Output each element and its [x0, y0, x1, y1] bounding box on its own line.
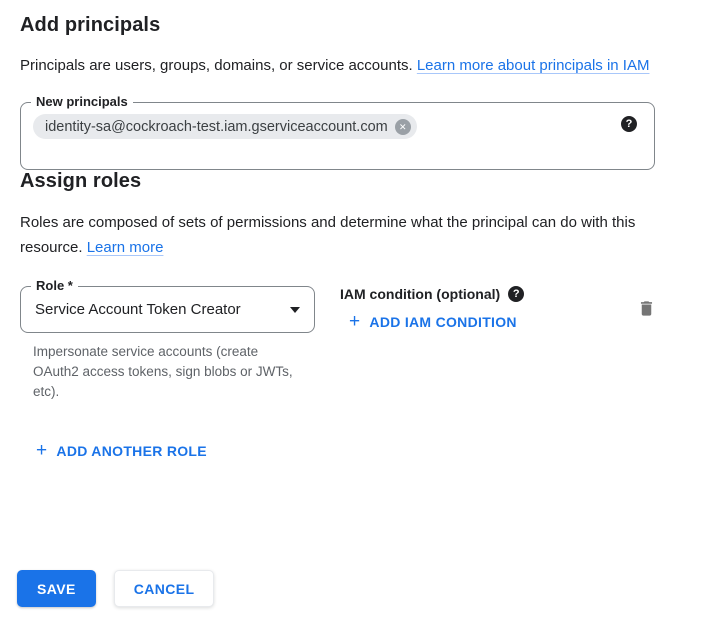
iam-condition-column: IAM condition (optional) ? + ADD IAM CON… — [340, 286, 635, 332]
plus-icon: + — [349, 315, 360, 329]
chip-remove-icon[interactable]: ✕ — [395, 119, 411, 135]
plus-icon: + — [36, 444, 47, 458]
intro-paragraph: Principals are users, groups, domains, o… — [20, 53, 668, 78]
new-principals-label: New principals — [31, 94, 133, 109]
add-principals-panel: Add principals Principals are users, gro… — [0, 0, 713, 461]
learn-more-principals-link[interactable]: Learn more about principals in IAM — [417, 57, 650, 74]
intro-text: Principals are users, groups, domains, o… — [20, 57, 417, 74]
dialog-actions: SAVE CANCEL — [17, 570, 214, 607]
role-helper-text: Impersonate service accounts (create OAu… — [20, 342, 300, 402]
iam-condition-label: IAM condition (optional) — [340, 286, 500, 302]
new-principals-field[interactable]: New principals identity-sa@cockroach-tes… — [20, 102, 655, 170]
role-row: Role * Service Account Token Creator Imp… — [20, 286, 693, 402]
save-button[interactable]: SAVE — [17, 570, 96, 607]
add-iam-condition-label: ADD IAM CONDITION — [369, 314, 516, 330]
role-label: Role * — [31, 278, 78, 293]
add-another-role-label: ADD ANOTHER ROLE — [56, 443, 207, 459]
iam-condition-help-icon[interactable]: ? — [508, 286, 524, 302]
role-select[interactable]: Role * Service Account Token Creator — [20, 286, 315, 333]
principal-chip-text: identity-sa@cockroach-test.iam.gservicea… — [45, 119, 388, 135]
chevron-down-icon — [290, 307, 300, 313]
principal-chip[interactable]: identity-sa@cockroach-test.iam.gservicea… — [33, 114, 417, 139]
role-column: Role * Service Account Token Creator Imp… — [20, 286, 315, 402]
cancel-button[interactable]: CANCEL — [114, 570, 215, 607]
add-another-role-button[interactable]: + ADD ANOTHER ROLE — [36, 443, 207, 459]
learn-more-roles-link[interactable]: Learn more — [87, 239, 164, 256]
trash-icon — [637, 298, 656, 319]
page-title: Add principals — [20, 14, 693, 37]
delete-role-column — [635, 286, 658, 324]
add-iam-condition-button[interactable]: + ADD IAM CONDITION — [349, 314, 517, 330]
delete-role-button[interactable] — [635, 296, 658, 324]
assign-roles-title: Assign roles — [20, 170, 693, 193]
new-principals-help-icon[interactable]: ? — [621, 116, 637, 132]
assign-roles-description: Roles are composed of sets of permission… — [20, 210, 668, 260]
role-selected-value: Service Account Token Creator — [35, 301, 282, 318]
